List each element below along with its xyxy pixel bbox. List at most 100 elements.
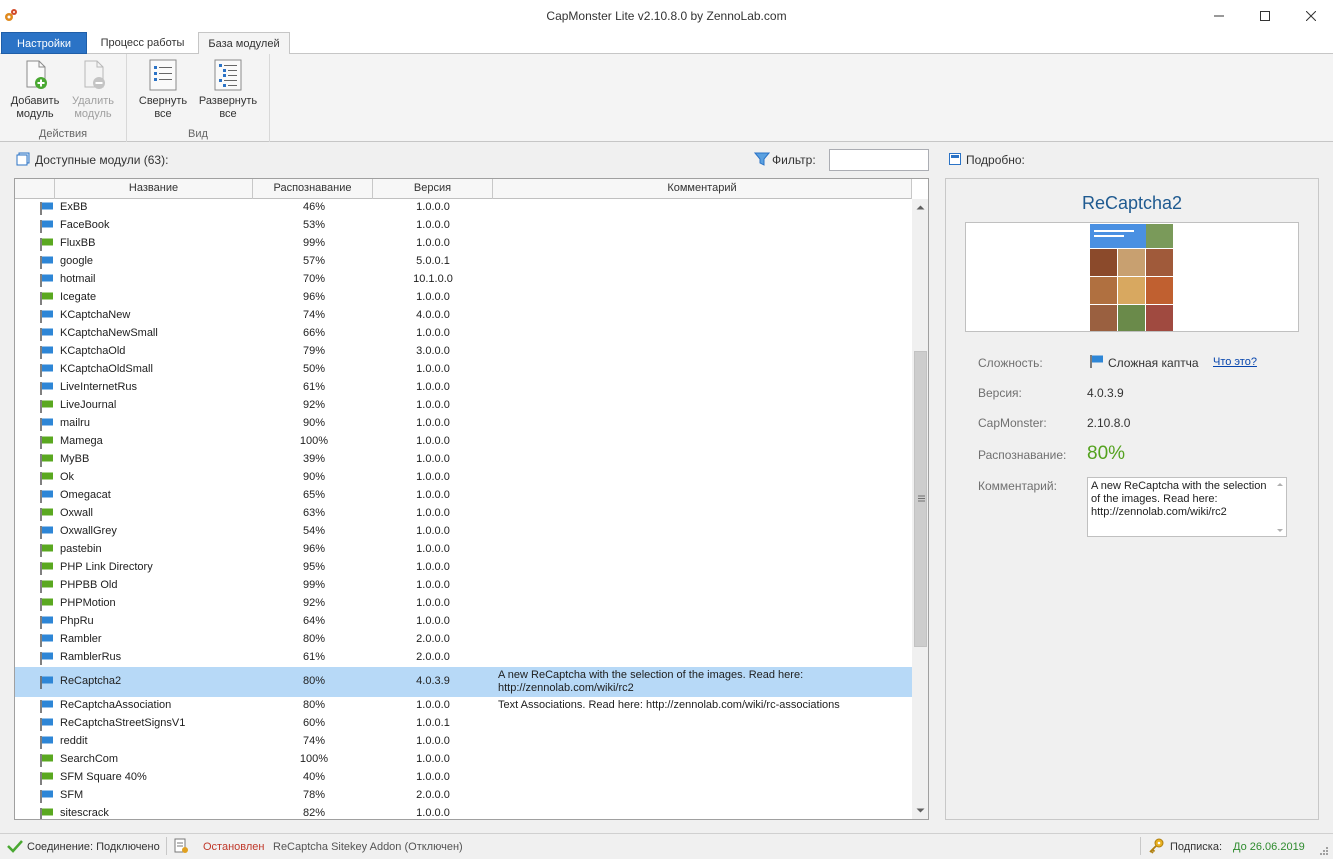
table-row[interactable]: FluxBB 99% 1.0.0.0 bbox=[15, 235, 912, 253]
version-cell: 1.0.0.0 bbox=[416, 507, 450, 519]
scroll-up-arrow-icon[interactable] bbox=[912, 199, 929, 216]
recognition-cell: 46% bbox=[302, 201, 326, 213]
table-row[interactable]: Mamega 100% 1.0.0.0 bbox=[15, 433, 912, 451]
comment-scroll-arrows-icon[interactable] bbox=[1275, 480, 1285, 535]
module-name-cell: Ok bbox=[60, 471, 75, 483]
connection-status: Соединение: Подключено bbox=[27, 841, 160, 853]
table-row[interactable]: FaceBook 53% 1.0.0.0 bbox=[15, 217, 912, 235]
table-row[interactable]: pastebin 96% 1.0.0.0 bbox=[15, 541, 912, 559]
flag-icon bbox=[40, 274, 53, 287]
column-header-version[interactable]: Версия bbox=[373, 179, 493, 199]
table-row[interactable]: hotmail 70% 10.1.0.0 bbox=[15, 271, 912, 289]
table-row[interactable]: reddit 74% 1.0.0.0 bbox=[15, 733, 912, 751]
table-row[interactable]: PHP Link Directory 95% 1.0.0.0 bbox=[15, 559, 912, 577]
table-row[interactable]: LiveJournal 92% 1.0.0.0 bbox=[15, 397, 912, 415]
comment-cell bbox=[498, 253, 908, 271]
table-row[interactable]: KCaptchaNew 74% 4.0.0.0 bbox=[15, 307, 912, 325]
module-name-cell: PHPMotion bbox=[60, 597, 116, 609]
table-row[interactable]: sitescrack 82% 1.0.0.0 bbox=[15, 805, 912, 819]
table-row[interactable]: Ok 90% 1.0.0.0 bbox=[15, 469, 912, 487]
module-name-cell: Mamega bbox=[60, 435, 103, 447]
table-row[interactable]: google 57% 5.0.0.1 bbox=[15, 253, 912, 271]
module-name-cell: Icegate bbox=[60, 291, 97, 303]
close-button[interactable] bbox=[1288, 0, 1333, 31]
comment-cell bbox=[498, 613, 908, 631]
comment-cell bbox=[498, 271, 908, 289]
module-title: ReCaptcha2 bbox=[1081, 193, 1183, 213]
table-row[interactable]: PhpRu 64% 1.0.0.0 bbox=[15, 613, 912, 631]
flag-icon bbox=[40, 472, 53, 485]
add-module-button[interactable]: Добавить модуль bbox=[5, 58, 65, 121]
table-row[interactable]: KCaptchaNewSmall 66% 1.0.0.0 bbox=[15, 325, 912, 343]
table-row[interactable]: PHPMotion 92% 1.0.0.0 bbox=[15, 595, 912, 613]
comment-cell bbox=[498, 631, 908, 649]
comment-cell bbox=[498, 433, 908, 451]
comment-textbox[interactable]: A new ReCaptcha with the selection of th… bbox=[1087, 477, 1287, 537]
filter-input[interactable] bbox=[829, 149, 929, 171]
minimize-button[interactable] bbox=[1196, 0, 1242, 31]
tab-settings[interactable]: Настройки bbox=[1, 32, 87, 54]
recaptcha-preview-image bbox=[1090, 224, 1173, 331]
flag-icon bbox=[40, 754, 53, 767]
version-cell: 1.0.0.0 bbox=[416, 771, 450, 783]
collapse-all-button[interactable]: Свернуть все bbox=[133, 58, 193, 121]
table-row[interactable]: ReCaptchaStreetSignsV1 60% 1.0.0.1 bbox=[15, 715, 912, 733]
module-name-cell: Omegacat bbox=[60, 489, 111, 501]
scroll-thumb[interactable] bbox=[914, 351, 927, 647]
remove-module-button[interactable]: Удалить модуль bbox=[63, 58, 123, 121]
maximize-button[interactable] bbox=[1242, 0, 1288, 31]
table-row[interactable]: Omegacat 65% 1.0.0.0 bbox=[15, 487, 912, 505]
table-row[interactable]: Oxwall 63% 1.0.0.0 bbox=[15, 505, 912, 523]
what-is-this-link[interactable]: Что это? bbox=[1213, 356, 1257, 368]
add-module-label-2: модуль bbox=[16, 108, 54, 120]
table-row[interactable]: Rambler 80% 2.0.0.0 bbox=[15, 631, 912, 649]
remove-module-label-1: Удалить bbox=[72, 95, 114, 107]
collapse-all-label-1: Свернуть bbox=[138, 95, 188, 107]
version-cell: 1.0.0.0 bbox=[416, 579, 450, 591]
table-row[interactable]: Icegate 96% 1.0.0.0 bbox=[15, 289, 912, 307]
table-row[interactable]: KCaptchaOldSmall 50% 1.0.0.0 bbox=[15, 361, 912, 379]
remove-module-label-2: модуль bbox=[74, 108, 112, 120]
recognition-cell: 64% bbox=[302, 615, 326, 627]
recognition-cell: 95% bbox=[302, 561, 326, 573]
table-row[interactable]: ReCaptchaAssociation 80% 1.0.0.0 Text Assoc… bbox=[15, 697, 912, 715]
table-row[interactable]: ReCaptcha2 80% 4.0.3.9 A new ReCaptcha with… bbox=[15, 667, 912, 697]
table-row[interactable]: SFM 78% 2.0.0.0 bbox=[15, 787, 912, 805]
version-cell: 1.0.0.0 bbox=[416, 471, 450, 483]
process-icon bbox=[174, 838, 188, 853]
recognition-cell: 50% bbox=[302, 363, 326, 375]
module-name-cell: KCaptchaNewSmall bbox=[60, 327, 158, 339]
table-row[interactable]: OxwallGrey 54% 1.0.0.0 bbox=[15, 523, 912, 541]
flag-icon bbox=[40, 652, 53, 665]
tab-process[interactable]: Процесс работы bbox=[91, 32, 194, 54]
comment-cell bbox=[498, 559, 908, 577]
flag-icon bbox=[40, 202, 53, 215]
column-header-recognition[interactable]: Распознавание bbox=[253, 179, 373, 199]
subscription-value: До 26.06.2019 bbox=[1233, 841, 1305, 853]
version-cell: 1.0.0.0 bbox=[416, 381, 450, 393]
comment-cell bbox=[498, 715, 908, 733]
scroll-down-arrow-icon[interactable] bbox=[912, 802, 929, 819]
table-row[interactable]: ExBB 46% 1.0.0.0 bbox=[15, 199, 912, 217]
table-row[interactable]: SFM Square 40% 40% 1.0.0.0 bbox=[15, 769, 912, 787]
table-row[interactable]: LiveInternetRus 61% 1.0.0.0 bbox=[15, 379, 912, 397]
version-cell: 2.0.0.0 bbox=[416, 651, 450, 663]
tab-modules-database[interactable]: База модулей bbox=[198, 32, 290, 55]
table-row[interactable]: MyBB 39% 1.0.0.0 bbox=[15, 451, 912, 469]
recognition-cell: 63% bbox=[302, 507, 326, 519]
recognition-cell: 79% bbox=[302, 345, 326, 357]
table-row[interactable]: PHPBB Old 99% 1.0.0.0 bbox=[15, 577, 912, 595]
recognition-cell: 80% bbox=[302, 699, 326, 711]
column-header-name[interactable]: Название bbox=[55, 179, 253, 199]
table-row[interactable]: RamblerRus 61% 2.0.0.0 bbox=[15, 649, 912, 667]
resize-grip-icon[interactable] bbox=[1319, 846, 1329, 856]
grid-scrollbar[interactable] bbox=[912, 199, 929, 819]
version-cell: 1.0.0.0 bbox=[416, 327, 450, 339]
funnel-icon bbox=[754, 152, 770, 166]
table-row[interactable]: KCaptchaOld 79% 3.0.0.0 bbox=[15, 343, 912, 361]
column-header-comment[interactable]: Комментарий bbox=[493, 179, 912, 199]
table-row[interactable]: mailru 90% 1.0.0.0 bbox=[15, 415, 912, 433]
expand-all-button[interactable]: Развернуть все bbox=[197, 58, 259, 121]
table-row[interactable]: SearchCom 100% 1.0.0.0 bbox=[15, 751, 912, 769]
flag-icon bbox=[40, 238, 53, 251]
